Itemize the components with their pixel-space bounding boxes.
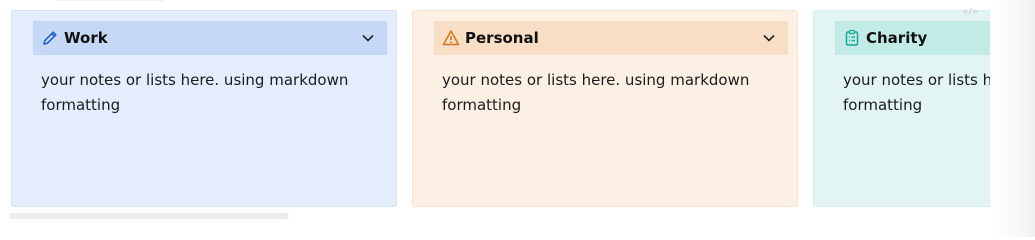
- card-body[interactable]: your notes or lists here. using markdown…: [442, 68, 762, 118]
- card-header-charity[interactable]: Charity: [835, 21, 990, 55]
- card-title: Personal: [465, 29, 539, 47]
- pencil-icon: [39, 27, 61, 49]
- card-header-work[interactable]: Work: [33, 21, 387, 55]
- card-work: Work your notes or lists here. using mar…: [11, 10, 397, 207]
- warning-icon: [440, 27, 462, 49]
- card-title: Charity: [866, 29, 928, 47]
- horizontal-scrollbar[interactable]: [9, 213, 289, 219]
- card-personal: Personal your notes or lists here. using…: [412, 10, 798, 207]
- clipboard-icon: [841, 27, 863, 49]
- card-title: Work: [64, 29, 108, 47]
- right-edge-fade: [990, 0, 1035, 237]
- chevron-down-icon[interactable]: [361, 31, 375, 45]
- card-charity: Charity your notes or lists here. using …: [813, 10, 990, 207]
- card-body[interactable]: your notes or lists here. using markdown…: [41, 68, 361, 118]
- chevron-down-icon[interactable]: [762, 31, 776, 45]
- card-header-personal[interactable]: Personal: [434, 21, 788, 55]
- code-view-icon[interactable]: </>: [963, 7, 977, 16]
- cards-scroll-area[interactable]: Work your notes or lists here. using mar…: [0, 0, 990, 210]
- card-body[interactable]: your notes or lists here. using markdown…: [843, 68, 990, 118]
